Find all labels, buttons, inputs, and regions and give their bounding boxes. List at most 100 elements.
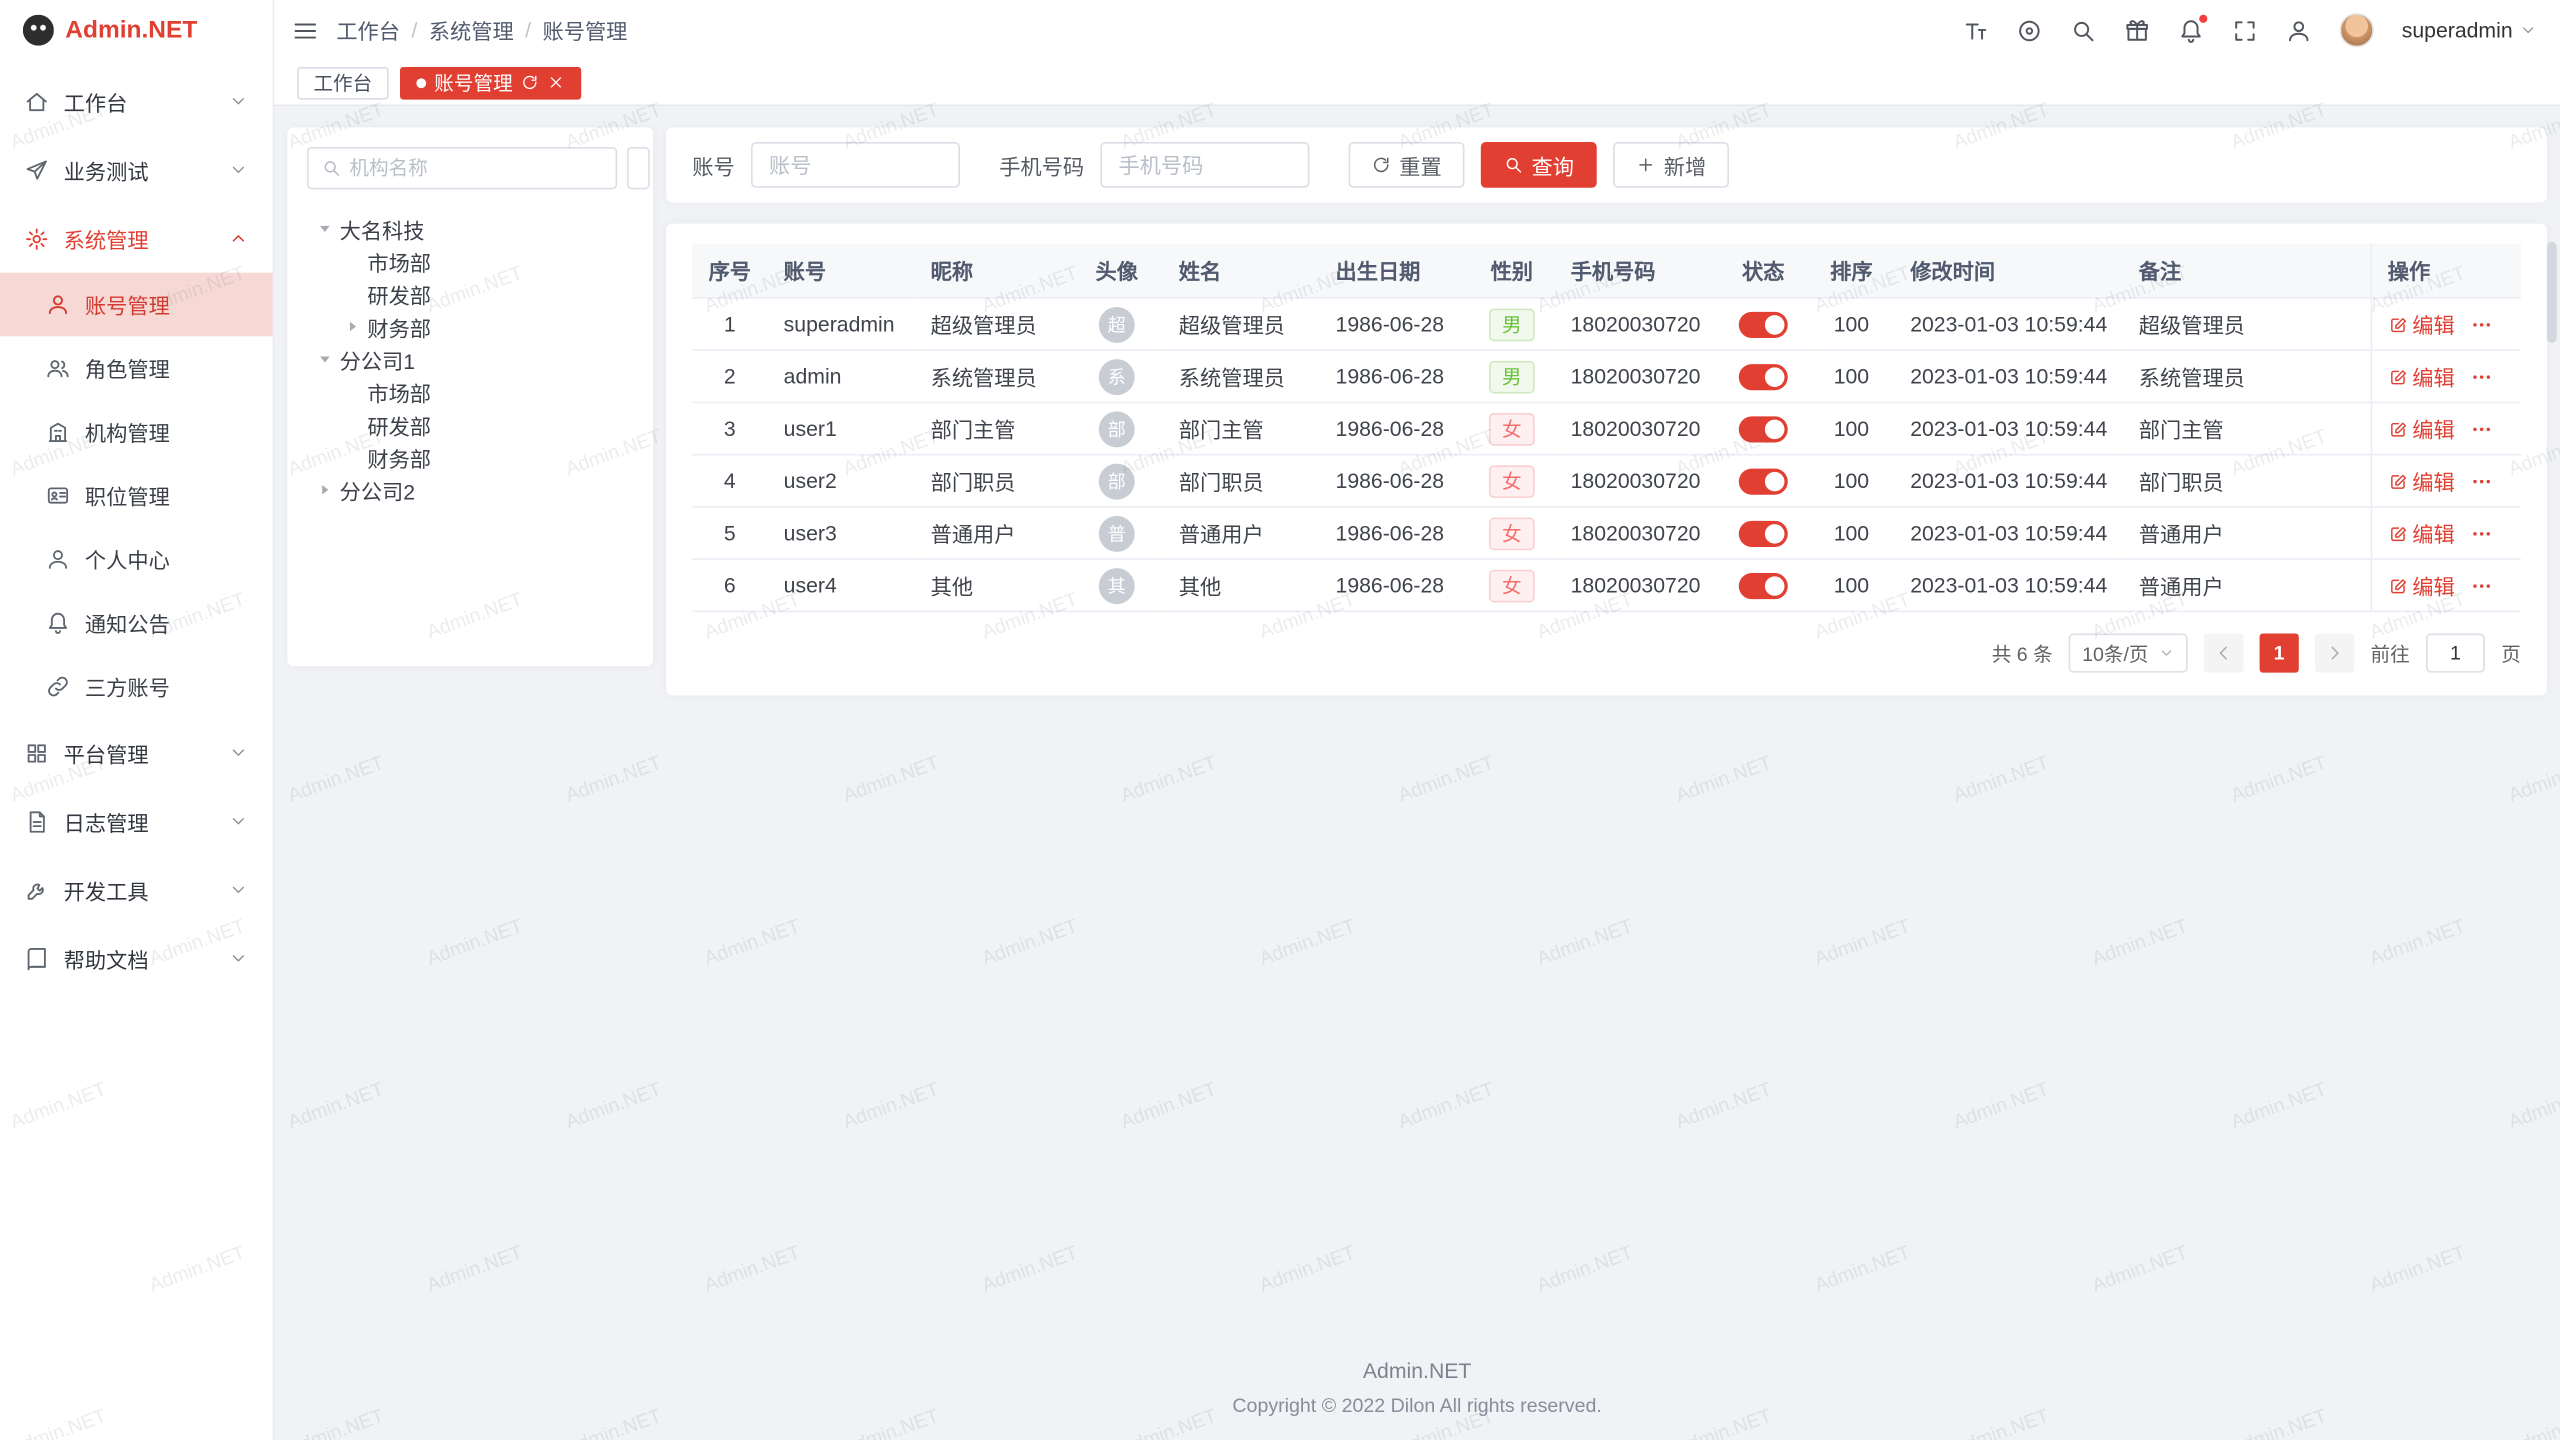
notification-bell-icon[interactable] xyxy=(2178,17,2204,43)
theme-icon[interactable] xyxy=(2016,17,2042,43)
tree-more-button[interactable] xyxy=(627,147,650,189)
more-actions-button[interactable] xyxy=(2469,522,2492,545)
hamburger-menu-icon[interactable] xyxy=(292,17,318,43)
edit-label: 编辑 xyxy=(2412,518,2454,549)
user-avatar[interactable] xyxy=(2340,13,2374,47)
notification-badge xyxy=(2199,14,2207,22)
more-actions-button[interactable] xyxy=(2469,313,2492,336)
tree-node[interactable]: 市场部 xyxy=(307,245,634,278)
prev-page-button[interactable] xyxy=(2204,633,2243,672)
sidebar-item-label: 业务测试 xyxy=(64,154,149,185)
gender-tag: 女 xyxy=(1489,464,1535,497)
gift-icon[interactable] xyxy=(2124,17,2150,43)
caret-right-icon[interactable] xyxy=(344,318,360,334)
edit-button[interactable]: 编辑 xyxy=(2388,518,2455,549)
tree-node[interactable]: 分公司2 xyxy=(307,473,634,506)
tab-close-icon[interactable] xyxy=(547,73,565,91)
tree-node[interactable]: 财务部 xyxy=(307,310,634,343)
caret-right-icon[interactable] xyxy=(317,482,333,498)
edit-button[interactable]: 编辑 xyxy=(2388,465,2455,496)
page-size-select[interactable]: 10条/页 xyxy=(2069,633,2188,672)
sidebar-item-label: 平台管理 xyxy=(64,737,149,768)
breadcrumb-item[interactable]: 账号管理 xyxy=(543,15,628,46)
phone-input[interactable] xyxy=(1100,142,1309,188)
sidebar-item[interactable]: 系统管理 xyxy=(0,204,273,273)
tree-node[interactable]: 分公司1 xyxy=(307,343,634,376)
search-button[interactable]: 查询 xyxy=(1481,142,1597,188)
more-actions-button[interactable] xyxy=(2469,574,2492,597)
tab-refresh-icon[interactable] xyxy=(521,73,539,91)
edit-icon xyxy=(2388,314,2408,334)
status-toggle[interactable] xyxy=(1739,364,1788,390)
page-size-value: 10条/页 xyxy=(2082,639,2148,667)
page-number-current[interactable]: 1 xyxy=(2260,633,2299,672)
account-input[interactable] xyxy=(751,142,960,188)
next-page-button[interactable] xyxy=(2315,633,2354,672)
status-toggle[interactable] xyxy=(1739,520,1788,546)
goto-page-input[interactable] xyxy=(2426,633,2485,672)
cell-order: 100 xyxy=(1809,507,1894,559)
sidebar-subitem[interactable]: 机构管理 xyxy=(0,400,273,464)
search-icon[interactable] xyxy=(2070,17,2096,43)
tree-node[interactable]: 市场部 xyxy=(307,376,634,409)
reset-button[interactable]: 重置 xyxy=(1349,142,1465,188)
status-toggle[interactable] xyxy=(1739,573,1788,599)
sidebar-subitem[interactable]: 角色管理 xyxy=(0,336,273,400)
sidebar-subitem[interactable]: 个人中心 xyxy=(0,527,273,591)
sidebar-item[interactable]: 平台管理 xyxy=(0,718,273,787)
cell-avatar: 超 xyxy=(1071,298,1162,350)
edit-button[interactable]: 编辑 xyxy=(2388,413,2455,444)
sidebar-subitem[interactable]: 通知公告 xyxy=(0,591,273,655)
user-menu[interactable]: superadmin xyxy=(2402,18,2537,42)
tree-node[interactable]: 大名科技 xyxy=(307,212,634,245)
tree-node[interactable]: 研发部 xyxy=(307,408,634,441)
goto-label: 前往 xyxy=(2371,639,2410,667)
org-search-input[interactable] xyxy=(349,157,602,180)
page-suffix: 页 xyxy=(2501,639,2521,667)
gender-tag: 女 xyxy=(1489,569,1535,602)
tree-node[interactable]: 财务部 xyxy=(307,441,634,474)
edit-button[interactable]: 编辑 xyxy=(2388,361,2455,392)
row-avatar: 普 xyxy=(1099,515,1135,551)
more-actions-button[interactable] xyxy=(2469,469,2492,492)
status-toggle[interactable] xyxy=(1739,468,1788,494)
chevron-down-icon xyxy=(229,160,249,180)
sidebar-item[interactable]: 开发工具 xyxy=(0,856,273,925)
fullscreen-icon[interactable] xyxy=(2232,17,2258,43)
sidebar-item[interactable]: 帮助文档 xyxy=(0,924,273,993)
column-header: 头像 xyxy=(1071,243,1162,298)
sidebar-subitem[interactable]: 账号管理 xyxy=(0,273,273,337)
add-label: 新增 xyxy=(1664,149,1706,180)
caret-down-icon[interactable] xyxy=(317,220,333,236)
main-area: 工作台/系统管理/账号管理 superadmin 工作台账号管理 xyxy=(274,0,2560,1440)
edit-button[interactable]: 编辑 xyxy=(2388,309,2455,340)
sidebar-subitem[interactable]: 三方账号 xyxy=(0,655,273,719)
cell-birthday: 1986-06-28 xyxy=(1319,559,1469,611)
profile-icon[interactable] xyxy=(2286,17,2312,43)
tree-node-label: 研发部 xyxy=(367,278,431,309)
cell-order: 100 xyxy=(1809,455,1894,507)
sidebar-item-label: 工作台 xyxy=(64,86,128,117)
tree-node[interactable]: 研发部 xyxy=(307,278,634,311)
scrollbar-thumb[interactable] xyxy=(2547,242,2557,343)
search-icon xyxy=(322,158,342,178)
edit-button[interactable]: 编辑 xyxy=(2388,570,2455,601)
tab[interactable]: 账号管理 xyxy=(400,66,581,99)
sidebar-item[interactable]: 工作台 xyxy=(0,67,273,136)
status-toggle[interactable] xyxy=(1739,311,1788,337)
more-actions-button[interactable] xyxy=(2469,417,2492,440)
caret-down-icon[interactable] xyxy=(317,351,333,367)
sidebar-item[interactable]: 业务测试 xyxy=(0,136,273,205)
breadcrumb-item[interactable]: 系统管理 xyxy=(429,15,514,46)
more-actions-button[interactable] xyxy=(2469,365,2492,388)
cell-name: 系统管理员 xyxy=(1162,350,1319,402)
add-button[interactable]: 新增 xyxy=(1613,142,1729,188)
sidebar-subitem[interactable]: 职位管理 xyxy=(0,464,273,528)
breadcrumb-item[interactable]: 工作台 xyxy=(336,15,400,46)
app-logo[interactable]: Admin.NET xyxy=(0,0,273,60)
status-toggle[interactable] xyxy=(1739,416,1788,442)
font-size-icon[interactable] xyxy=(1963,17,1989,43)
sidebar-item[interactable]: 日志管理 xyxy=(0,787,273,856)
tab[interactable]: 工作台 xyxy=(297,66,388,99)
edit-label: 编辑 xyxy=(2412,361,2454,392)
